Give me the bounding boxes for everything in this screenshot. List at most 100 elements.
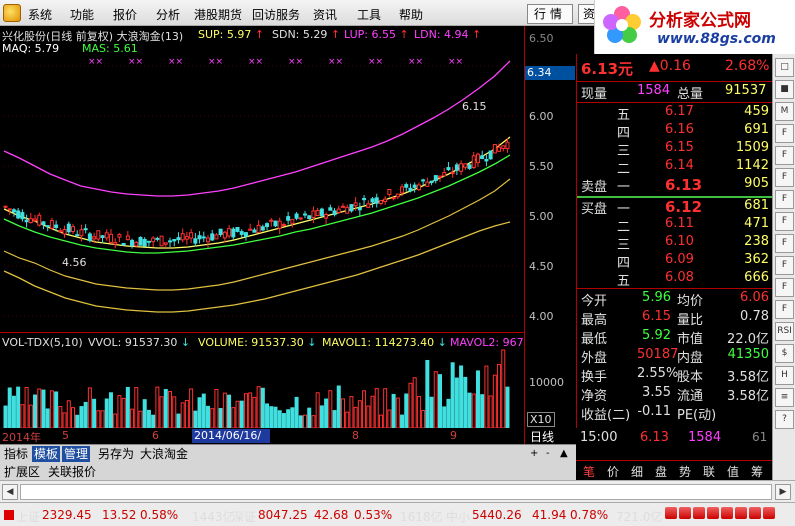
tool-button[interactable]: ≡ xyxy=(775,388,794,407)
signal-icon[interactable] xyxy=(735,507,747,519)
volume-bar xyxy=(433,371,438,429)
menu-help[interactable]: 帮助 xyxy=(399,6,423,23)
candle-body xyxy=(303,213,308,216)
tab-indicator[interactable]: 指标 xyxy=(2,446,30,462)
menu-analysis[interactable]: 分析 xyxy=(156,6,180,23)
menu-news[interactable]: 资讯 xyxy=(313,6,337,23)
candle-body xyxy=(345,206,350,214)
btn-bi[interactable]: 笔 xyxy=(578,463,600,479)
volume-bar xyxy=(205,405,210,429)
volume-bar xyxy=(193,410,198,429)
signal-icon[interactable] xyxy=(721,507,733,519)
tool-button[interactable]: F xyxy=(775,146,794,165)
stat-label: 内盘 xyxy=(677,351,704,366)
tab-template[interactable]: 模板 xyxy=(32,446,61,462)
bid-price: 6.12 xyxy=(665,198,703,216)
tab-related-quote[interactable]: 关联报价 xyxy=(46,464,98,480)
volume-bar xyxy=(189,388,194,429)
candle-body xyxy=(260,226,265,231)
tool-button[interactable]: H xyxy=(775,366,794,385)
tool-button[interactable]: □ xyxy=(775,58,794,77)
tool-button[interactable]: $ xyxy=(775,344,794,363)
candle-body xyxy=(41,221,46,226)
menu-quote[interactable]: 报价 xyxy=(113,6,137,23)
menu-system[interactable]: 系统 xyxy=(28,6,52,23)
ask-row[interactable]: 卖盘一 6.13 905 xyxy=(577,176,773,197)
axis-label: 4.50 xyxy=(529,260,554,273)
x-marker-icon: ×× xyxy=(168,57,183,67)
menu-function[interactable]: 功能 xyxy=(70,6,94,23)
xianliang-label: 现量 xyxy=(581,87,608,102)
app-logo-icon[interactable] xyxy=(3,4,21,22)
tool-button[interactable]: F xyxy=(775,300,794,319)
scroll-left-icon[interactable]: ◀ xyxy=(2,484,18,500)
candle-body xyxy=(243,232,248,237)
tool-button[interactable]: F xyxy=(775,190,794,209)
separator xyxy=(577,288,773,289)
btn-xi[interactable]: 细 xyxy=(626,463,648,479)
btn-chou[interactable]: 筹 xyxy=(746,463,768,479)
tool-button[interactable]: F xyxy=(775,256,794,275)
tool-button[interactable]: F xyxy=(775,124,794,143)
signal-icon[interactable] xyxy=(693,507,705,519)
candle-body xyxy=(391,197,396,200)
tab-quote[interactable]: 行情 xyxy=(527,4,573,24)
btn-pan[interactable]: 盘 xyxy=(650,463,672,479)
tool-button[interactable]: ■ xyxy=(775,80,794,99)
tool-button[interactable]: F xyxy=(775,234,794,253)
ask-level: 五 xyxy=(617,108,631,123)
tab-manage[interactable]: 管理 xyxy=(62,446,91,462)
ask-volume: 1142 xyxy=(735,158,769,173)
volume-bar xyxy=(265,403,270,429)
btn-zhi[interactable]: 值 xyxy=(722,463,744,479)
candle-body xyxy=(429,180,434,184)
volume-bar xyxy=(315,392,320,429)
ask-volume: 691 xyxy=(744,122,769,137)
signal-icon[interactable] xyxy=(679,507,691,519)
menu-service[interactable]: 回访服务 xyxy=(252,6,300,23)
tool-button[interactable]: M xyxy=(775,102,794,121)
volume-bar xyxy=(311,415,316,429)
candle-body xyxy=(400,186,405,194)
candle-body xyxy=(281,224,286,227)
triangle-icon[interactable]: ▲ xyxy=(558,446,570,462)
tool-button[interactable]: F xyxy=(775,278,794,297)
tab-save-as[interactable]: 另存为 xyxy=(96,446,136,462)
tool-button[interactable]: ? xyxy=(775,410,794,429)
menu-hk-futures[interactable]: 港股期货 xyxy=(194,6,242,23)
candle-body xyxy=(269,219,274,222)
menu-tools[interactable]: 工具 xyxy=(357,6,381,23)
plus-icon[interactable]: + xyxy=(528,446,540,462)
btn-lian[interactable]: 联 xyxy=(698,463,720,479)
volume-bar xyxy=(425,359,430,429)
candle-body xyxy=(387,189,392,195)
kline-chart-area[interactable]: ×× ×× ×× ×× ×× ×× ×× ×× ×× ×× 兴化股份(日线 前复权) 大浪淘金(1… xyxy=(0,26,576,444)
volume-bar xyxy=(11,395,16,429)
ask-price: 6.13 xyxy=(665,176,703,194)
tab-formula[interactable]: 大浪淘金 xyxy=(138,446,190,462)
minus-icon[interactable]: - xyxy=(544,446,552,462)
tick-price: 6.13 xyxy=(640,430,669,445)
period-label[interactable]: 日线 xyxy=(530,428,576,444)
signal-icon[interactable] xyxy=(763,507,775,519)
volume-bar xyxy=(324,398,329,429)
tick-count: 61 xyxy=(752,430,768,444)
scroll-thumb[interactable] xyxy=(20,484,772,500)
tool-button[interactable]: RSI xyxy=(775,322,794,341)
ask-level: 三 xyxy=(617,144,631,159)
scroll-right-icon[interactable]: ▶ xyxy=(775,484,791,500)
candle-body xyxy=(370,198,375,203)
kline-chart[interactable]: ×× ×× ×× ×× ×× ×× ×× ×× ×× ×× xyxy=(0,26,524,454)
tab-extension[interactable]: 扩展区 xyxy=(2,464,42,480)
tool-button[interactable]: F xyxy=(775,168,794,187)
horizontal-scrollbar[interactable]: ◀ ▶ xyxy=(0,480,795,502)
tool-button[interactable]: F xyxy=(775,212,794,231)
x-marker-icon: ×× xyxy=(328,57,343,67)
volume-bar xyxy=(412,377,417,429)
btn-jia[interactable]: 价 xyxy=(602,463,624,479)
signal-icon[interactable] xyxy=(665,507,677,519)
candle-body xyxy=(319,208,324,217)
signal-icon[interactable] xyxy=(749,507,761,519)
btn-shi[interactable]: 势 xyxy=(674,463,696,479)
signal-icon[interactable] xyxy=(707,507,719,519)
